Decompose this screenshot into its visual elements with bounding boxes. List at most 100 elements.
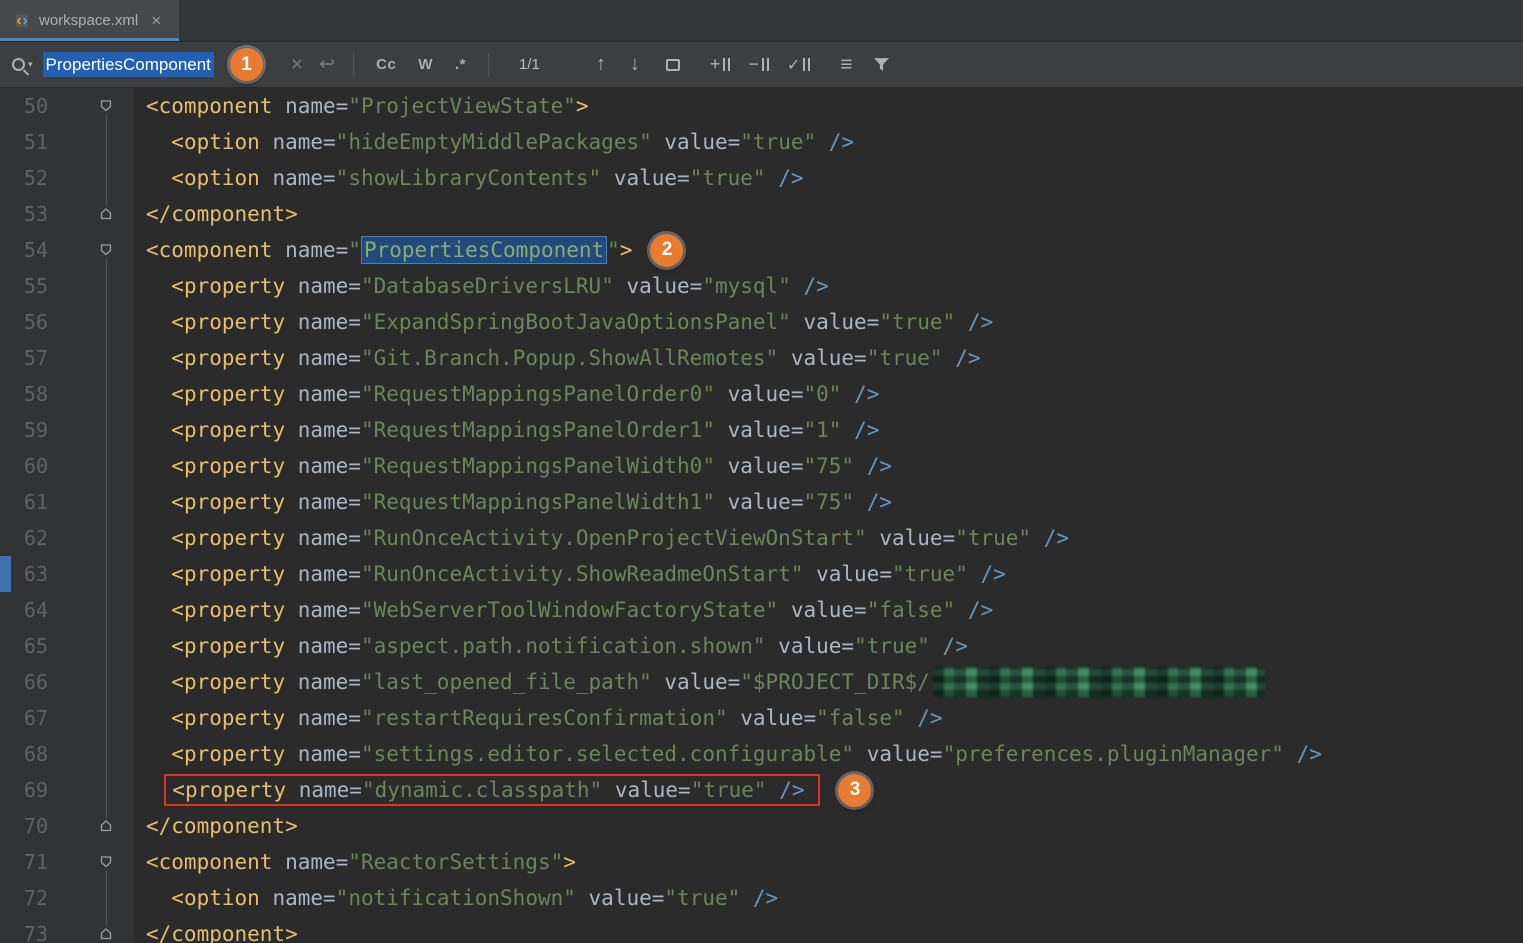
gutter-line-number[interactable]: 69 bbox=[0, 772, 78, 808]
code-line[interactable]: 73</component> bbox=[0, 916, 1523, 943]
words-toggle[interactable]: W bbox=[418, 56, 433, 73]
code-token: /> bbox=[968, 562, 1006, 586]
code-token: name= bbox=[285, 454, 361, 478]
gutter-line-number[interactable]: 54 bbox=[0, 232, 78, 268]
gutter-line-number[interactable]: 66 bbox=[0, 664, 78, 700]
code-line[interactable]: 51<option name="hideEmptyMiddlePackages"… bbox=[0, 124, 1523, 160]
line-number: 57 bbox=[24, 346, 48, 370]
code-line[interactable]: 67<property name="restartRequiresConfirm… bbox=[0, 700, 1523, 736]
code-text: <property name="RunOnceActivity.ShowRead… bbox=[134, 556, 1006, 592]
code-line[interactable]: 64<property name="WebServerToolWindowFac… bbox=[0, 592, 1523, 628]
gutter-line-number[interactable]: 73 bbox=[0, 916, 78, 943]
redacted-region bbox=[933, 667, 1265, 697]
code-token: "true" bbox=[955, 526, 1031, 550]
check-glyph: ✓ bbox=[787, 55, 800, 75]
gutter-line-number[interactable]: 71 bbox=[0, 844, 78, 880]
step-badge-1: 1 bbox=[230, 48, 263, 81]
code-line[interactable]: 69<property name="dynamic.classpath" val… bbox=[0, 772, 1523, 808]
open-in-find-window-icon[interactable] bbox=[666, 59, 680, 71]
line-number: 56 bbox=[24, 310, 48, 334]
code-token: name= bbox=[285, 418, 361, 442]
gutter-line-number[interactable]: 64 bbox=[0, 592, 78, 628]
code-token: "preferences.pluginManager" bbox=[943, 742, 1284, 766]
code-token: "RequestMappingsPanelWidth1" bbox=[361, 490, 715, 514]
gutter-fold-column bbox=[78, 268, 134, 304]
clear-search-icon[interactable]: × bbox=[291, 53, 303, 77]
gutter-line-number[interactable]: 67 bbox=[0, 700, 78, 736]
remove-occurrence-icon[interactable]: − bbox=[748, 54, 769, 75]
code-token: <property bbox=[171, 418, 285, 442]
gutter-fold-column bbox=[78, 628, 134, 664]
code-token: "ExpandSpringBootJavaOptionsPanel" bbox=[361, 310, 791, 334]
code-line[interactable]: 71<component name="ReactorSettings"> bbox=[0, 844, 1523, 880]
gutter-line-number[interactable]: 62 bbox=[0, 520, 78, 556]
code-line[interactable]: 56<property name="ExpandSpringBootJavaOp… bbox=[0, 304, 1523, 340]
code-token: <property bbox=[171, 346, 285, 370]
gutter-line-number[interactable]: 72 bbox=[0, 880, 78, 916]
code-line[interactable]: 70 </component> bbox=[0, 808, 1523, 844]
code-token: <property bbox=[171, 454, 285, 478]
code-line[interactable]: 66<property name="last_opened_file_path"… bbox=[0, 664, 1523, 700]
code-line[interactable]: 52<option name="showLibraryContents" val… bbox=[0, 160, 1523, 196]
code-line[interactable]: 57<property name="Git.Branch.Popup.ShowA… bbox=[0, 340, 1523, 376]
code-line[interactable]: 59<property name="RequestMappingsPanelOr… bbox=[0, 412, 1523, 448]
code-editor[interactable]: 50<component name="ProjectViewState">51<… bbox=[0, 88, 1523, 943]
line-number: 62 bbox=[24, 526, 48, 550]
minus-glyph: − bbox=[748, 54, 759, 75]
code-line[interactable]: 60<property name="RequestMappingsPanelWi… bbox=[0, 448, 1523, 484]
gutter-line-number[interactable]: 57 bbox=[0, 340, 78, 376]
prev-occurrence-icon[interactable]: ↑ bbox=[596, 53, 606, 76]
match-case-toggle[interactable]: Cc bbox=[376, 56, 396, 73]
filter-icon[interactable] bbox=[873, 57, 890, 72]
code-line[interactable]: 65<property name="aspect.path.notificati… bbox=[0, 628, 1523, 664]
gutter-line-number[interactable]: 65 bbox=[0, 628, 78, 664]
code-token: value= bbox=[803, 562, 892, 586]
fold-marker-icon[interactable] bbox=[78, 88, 134, 124]
code-line[interactable]: 55<property name="DatabaseDriversLRU" va… bbox=[0, 268, 1523, 304]
gutter-line-number[interactable]: 70 bbox=[0, 808, 78, 844]
gutter-line-number[interactable]: 68 bbox=[0, 736, 78, 772]
tab-close-icon[interactable]: × bbox=[151, 11, 161, 31]
fold-marker-icon[interactable] bbox=[78, 232, 134, 268]
fold-marker-icon[interactable] bbox=[78, 808, 134, 844]
fold-marker-icon[interactable] bbox=[78, 916, 134, 943]
code-line[interactable]: 53</component> bbox=[0, 196, 1523, 232]
gutter-line-number[interactable]: 63 bbox=[0, 556, 78, 592]
view-options-icon[interactable]: ≡ bbox=[840, 53, 852, 77]
search-icon[interactable]: ▾ bbox=[12, 58, 33, 71]
newline-icon[interactable]: ↩ bbox=[319, 53, 335, 76]
gutter-line-number[interactable]: 61 bbox=[0, 484, 78, 520]
code-line[interactable]: 72<option name="notificationShown" value… bbox=[0, 880, 1523, 916]
code-line[interactable]: 61<property name="RequestMappingsPanelWi… bbox=[0, 484, 1523, 520]
gutter-line-number[interactable]: 52 bbox=[0, 160, 78, 196]
code-line[interactable]: 58<property name="RequestMappingsPanelOr… bbox=[0, 376, 1523, 412]
gutter-line-number[interactable]: 53 bbox=[0, 196, 78, 232]
code-line[interactable]: 68<property name="settings.editor.select… bbox=[0, 736, 1523, 772]
gutter-line-number[interactable]: 60 bbox=[0, 448, 78, 484]
code-token: name= bbox=[285, 634, 361, 658]
next-occurrence-icon[interactable]: ↓ bbox=[630, 53, 640, 76]
code-line[interactable]: 54<component name="PropertiesComponent">… bbox=[0, 232, 1523, 268]
code-line[interactable]: 62<property name="RunOnceActivity.OpenPr… bbox=[0, 520, 1523, 556]
search-input[interactable]: PropertiesComponent bbox=[43, 55, 214, 75]
fold-marker-icon[interactable] bbox=[78, 844, 134, 880]
code-token: "Git.Branch.Popup.ShowAllRemotes" bbox=[361, 346, 778, 370]
gutter-line-number[interactable]: 50 bbox=[0, 88, 78, 124]
code-token: "ReactorSettings" bbox=[348, 850, 563, 874]
regex-toggle[interactable]: .* bbox=[455, 56, 466, 73]
code-text: </component> bbox=[134, 808, 298, 844]
select-all-occurrences-icon[interactable]: ✓ bbox=[787, 55, 810, 75]
gutter-line-number[interactable]: 58 bbox=[0, 376, 78, 412]
tab-workspace-xml[interactable]: workspace.xml × bbox=[0, 0, 179, 41]
gutter-line-number[interactable]: 51 bbox=[0, 124, 78, 160]
code-token: <property bbox=[171, 490, 285, 514]
code-line[interactable]: 63 <property name="RunOnceActivity.ShowRe… bbox=[0, 556, 1523, 592]
code-line[interactable]: 50<component name="ProjectViewState"> bbox=[0, 88, 1523, 124]
gutter-line-number[interactable]: 59 bbox=[0, 412, 78, 448]
code-token: "true" bbox=[664, 886, 740, 910]
add-occurrence-icon[interactable]: + bbox=[710, 54, 731, 75]
fold-marker-icon[interactable] bbox=[78, 196, 134, 232]
code-token: <component bbox=[146, 94, 272, 118]
gutter-line-number[interactable]: 56 bbox=[0, 304, 78, 340]
gutter-line-number[interactable]: 55 bbox=[0, 268, 78, 304]
